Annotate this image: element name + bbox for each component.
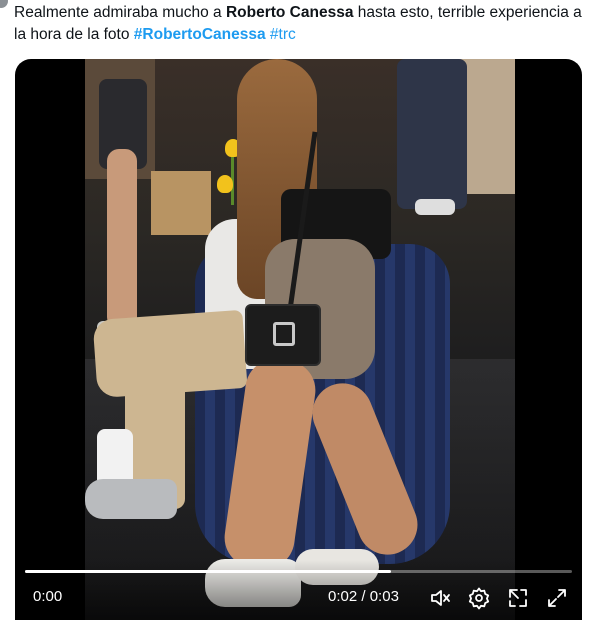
tweet-text: Realmente admiraba mucho a Roberto Canes… xyxy=(14,2,584,46)
handbag-logo xyxy=(273,322,295,346)
background-person xyxy=(397,59,467,209)
time-separator: / xyxy=(357,588,370,605)
hashtag-trc[interactable]: #trc xyxy=(270,26,296,43)
mute-icon[interactable] xyxy=(428,586,452,610)
progress-fill xyxy=(25,570,392,573)
current-time: 0:02 xyxy=(328,588,358,605)
tweet-text-part-1: Realmente admiraba mucho a xyxy=(14,4,226,21)
hashtag-robertocanessa[interactable]: #RobertoCanessa xyxy=(134,26,266,43)
fullscreen-icon[interactable] xyxy=(545,586,569,610)
paper-bag xyxy=(151,171,211,235)
popout-icon[interactable] xyxy=(506,586,530,610)
video-frame[interactable] xyxy=(85,59,515,620)
tweet-text-bold-name: Roberto Canessa xyxy=(225,4,354,21)
gear-icon[interactable] xyxy=(467,586,491,610)
time-readout: 0:02 / 0:03 xyxy=(328,588,399,605)
video-controls: 0:00 0:02 / 0:03 xyxy=(15,560,582,620)
left-person-legs xyxy=(107,149,137,329)
background-shoe xyxy=(415,199,455,215)
duration: 0:03 xyxy=(369,588,399,605)
progress-bar[interactable] xyxy=(25,570,572,573)
tulip-flower xyxy=(217,175,233,193)
man-leg xyxy=(92,309,248,399)
handbag xyxy=(245,304,321,366)
video-player[interactable]: 0:00 0:02 / 0:03 xyxy=(15,59,582,620)
avatar[interactable] xyxy=(0,0,8,8)
man-shoe xyxy=(85,479,177,519)
time-left-label: 0:00 xyxy=(33,588,63,605)
